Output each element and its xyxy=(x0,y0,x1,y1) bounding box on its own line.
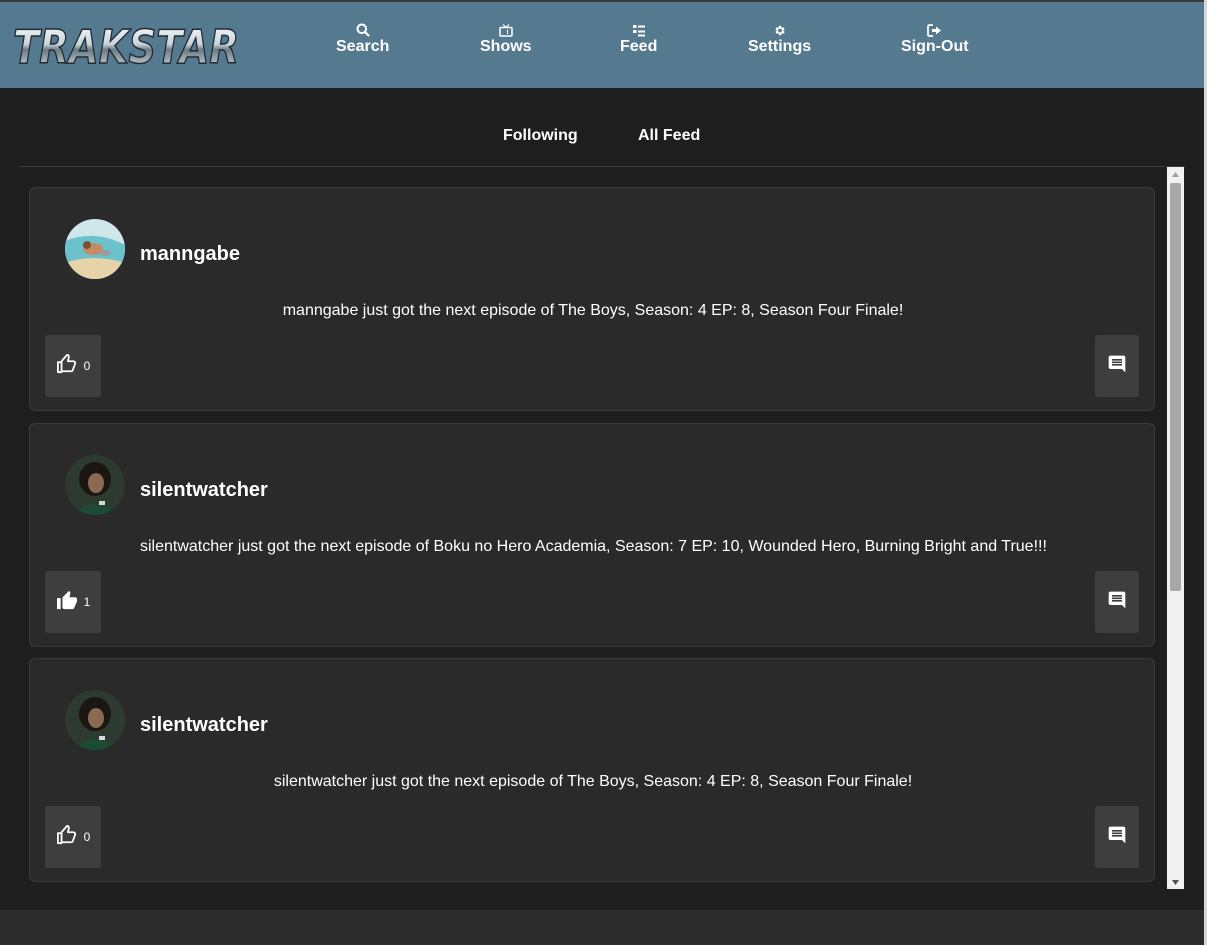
nav-shows-label: Shows xyxy=(480,38,532,55)
feed-list[interactable]: manngabe manngabe just got the next epis… xyxy=(18,167,1168,889)
comment-icon xyxy=(1107,590,1127,615)
like-button[interactable]: 0 xyxy=(45,335,101,397)
like-count: 0 xyxy=(83,359,91,373)
tab-all-feed[interactable]: All Feed xyxy=(638,127,700,145)
nav-feed-label: Feed xyxy=(620,38,658,55)
thumbs-up-outline-icon xyxy=(56,824,78,850)
scroll-up-arrow-icon[interactable] xyxy=(1167,167,1184,181)
post-message: silentwatcher just got the next episode … xyxy=(140,538,1047,555)
post-username[interactable]: silentwatcher xyxy=(140,714,268,737)
top-nav: TRAKSTAR Search Shows Feed Settings Sign… xyxy=(0,2,1204,88)
comment-icon xyxy=(1107,825,1127,850)
comment-button[interactable] xyxy=(1095,335,1139,397)
nav-sign-out[interactable]: Sign-Out xyxy=(901,22,969,55)
comment-button[interactable] xyxy=(1095,806,1139,868)
scrollbar-thumb[interactable] xyxy=(1170,183,1181,591)
nav-shows[interactable]: Shows xyxy=(480,22,532,55)
feed-tabs: Following All Feed xyxy=(18,88,1186,167)
scroll-down-arrow-icon[interactable] xyxy=(1167,875,1184,889)
gear-icon xyxy=(773,22,786,38)
nav-search[interactable]: Search xyxy=(336,22,389,55)
nav-settings-label: Settings xyxy=(748,38,812,55)
logo-text: TRAKSTAR xyxy=(13,20,239,72)
nav-settings[interactable]: Settings xyxy=(748,22,811,55)
comment-button[interactable] xyxy=(1095,571,1139,633)
feed-post: silentwatcher silentwatcher just got the… xyxy=(29,658,1155,882)
like-count: 1 xyxy=(83,595,91,609)
tab-following[interactable]: Following xyxy=(503,127,578,145)
post-message: silentwatcher just got the next episode … xyxy=(273,773,913,790)
avatar[interactable] xyxy=(65,219,125,279)
list-icon xyxy=(632,22,646,38)
sign-out-icon xyxy=(927,22,942,38)
feed-post: silentwatcher silentwatcher just got the… xyxy=(29,423,1155,647)
comment-icon xyxy=(1107,354,1127,379)
avatar[interactable] xyxy=(65,455,125,515)
post-message: manngabe just got the next episode of Th… xyxy=(282,302,904,319)
search-icon xyxy=(356,22,370,38)
thumbs-up-filled-icon xyxy=(56,590,78,615)
like-button[interactable]: 0 xyxy=(45,806,101,868)
avatar[interactable] xyxy=(65,690,125,750)
bottom-bar xyxy=(0,910,1204,945)
like-button[interactable]: 1 xyxy=(45,571,101,633)
thumbs-up-outline-icon xyxy=(56,353,78,379)
feed-page: Following All Feed manngabe manngabe jus… xyxy=(0,88,1204,910)
tv-icon xyxy=(499,22,513,38)
like-count: 0 xyxy=(83,830,91,844)
nav-feed[interactable]: Feed xyxy=(620,22,657,55)
post-username[interactable]: silentwatcher xyxy=(140,479,268,502)
feed-scrollbar[interactable] xyxy=(1167,167,1184,889)
nav-sign-out-label: Sign-Out xyxy=(901,38,969,55)
trakstar-logo[interactable]: TRAKSTAR xyxy=(10,20,242,72)
post-username[interactable]: manngabe xyxy=(140,243,240,266)
feed-post: manngabe manngabe just got the next epis… xyxy=(29,187,1155,411)
nav-search-label: Search xyxy=(336,38,390,55)
